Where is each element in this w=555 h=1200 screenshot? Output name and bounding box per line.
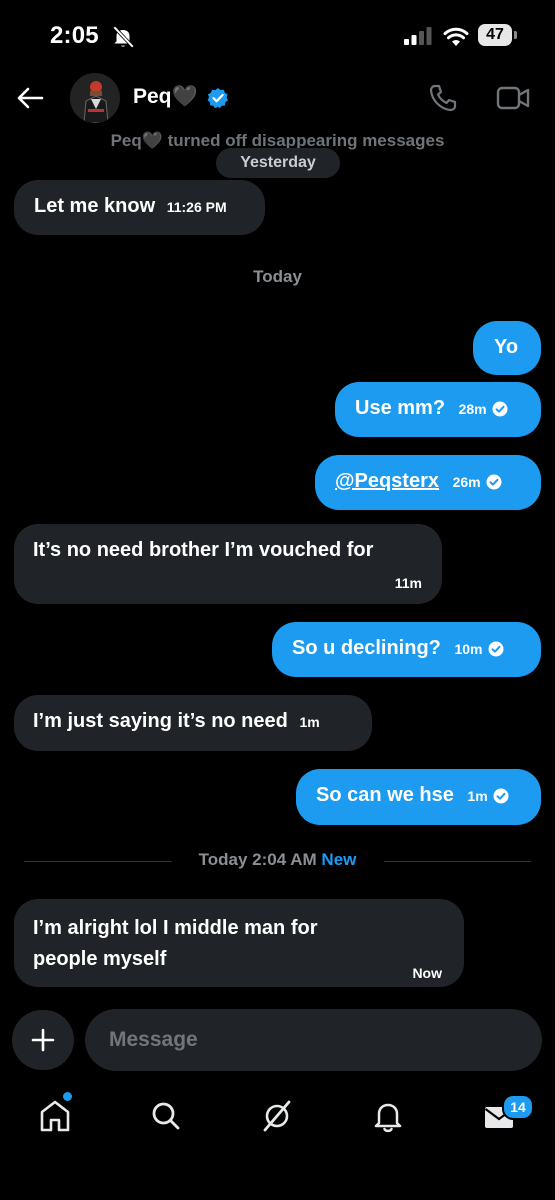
- read-receipt-icon: [493, 788, 509, 804]
- back-arrow-icon[interactable]: [16, 84, 44, 112]
- message-time: 10m: [454, 641, 483, 657]
- bell-muted-icon: [113, 26, 135, 48]
- message-text: So u declining?: [292, 637, 441, 659]
- home-icon[interactable]: [36, 1097, 74, 1135]
- message-bubble-sent[interactable]: Use mm? 28m: [335, 382, 541, 437]
- status-time: 2:05: [50, 22, 99, 49]
- mention-link[interactable]: @Peqsterx: [335, 470, 439, 492]
- message-time: 26m: [452, 474, 481, 490]
- message-text: Use mm?: [355, 397, 446, 419]
- message-input[interactable]: [85, 1009, 542, 1071]
- message-text: It’s no need brother I’m vouched for: [33, 539, 374, 561]
- message-time: 1m: [467, 788, 488, 804]
- message-bubble-sent[interactable]: Yo: [473, 321, 541, 375]
- message-bubble-sent[interactable]: @Peqsterx 26m: [315, 455, 541, 510]
- message-time: 11:26 PM: [166, 199, 227, 215]
- message-time: Now: [412, 965, 442, 981]
- new-tag: New: [321, 850, 357, 869]
- message-bubble-received[interactable]: Let me know 11:26 PM: [14, 180, 265, 235]
- read-receipt-icon: [486, 474, 502, 490]
- video-call-icon[interactable]: [496, 84, 530, 112]
- search-icon[interactable]: [147, 1097, 185, 1135]
- message-text: Let me know: [34, 195, 156, 217]
- phone-call-icon[interactable]: [428, 83, 458, 113]
- divider-time: Today 2:04 AM: [198, 850, 317, 869]
- read-receipt-icon: [488, 641, 504, 657]
- add-attachment-button[interactable]: [12, 1010, 74, 1070]
- message-bubble-received[interactable]: I’m alright lol I middle man for people …: [14, 899, 464, 987]
- message-text: So can we hse: [316, 784, 454, 806]
- message-bubble-sent[interactable]: So can we hse 1m: [296, 769, 541, 825]
- message-text: I’m alright lol I middle man for people …: [33, 917, 318, 970]
- message-time: 1m: [299, 714, 320, 730]
- message-text: I’m just saying it’s no need: [33, 710, 288, 732]
- day-label-today: Today: [253, 267, 302, 286]
- avatar[interactable]: [70, 73, 120, 123]
- message-bubble-sent[interactable]: So u declining? 10m: [272, 622, 541, 677]
- message-time: 11m: [394, 575, 422, 591]
- message-bubble-received[interactable]: I’m just saying it’s no need 1m: [14, 695, 372, 751]
- wifi-icon: [443, 27, 469, 46]
- grok-icon[interactable]: [258, 1097, 296, 1135]
- new-messages-divider: Today 2:04 AM New: [0, 850, 555, 870]
- plus-icon: [31, 1028, 55, 1052]
- day-label-yesterday: Yesterday: [216, 148, 340, 178]
- message-time: 28m: [458, 401, 487, 417]
- message-text: Yo: [494, 336, 519, 358]
- home-notification-dot: [63, 1092, 72, 1101]
- contact-name[interactable]: Peq🖤: [133, 85, 198, 109]
- verified-badge-icon: [207, 88, 228, 109]
- battery-level: 47: [478, 24, 512, 46]
- cellular-signal-icon: [404, 27, 432, 45]
- message-bubble-received[interactable]: It’s no need brother I’m vouched for 11m: [14, 524, 442, 604]
- read-receipt-icon: [492, 401, 508, 417]
- messages-unread-badge: 14: [502, 1094, 534, 1120]
- notifications-bell-icon[interactable]: [369, 1097, 407, 1135]
- battery-indicator: 47: [478, 24, 518, 48]
